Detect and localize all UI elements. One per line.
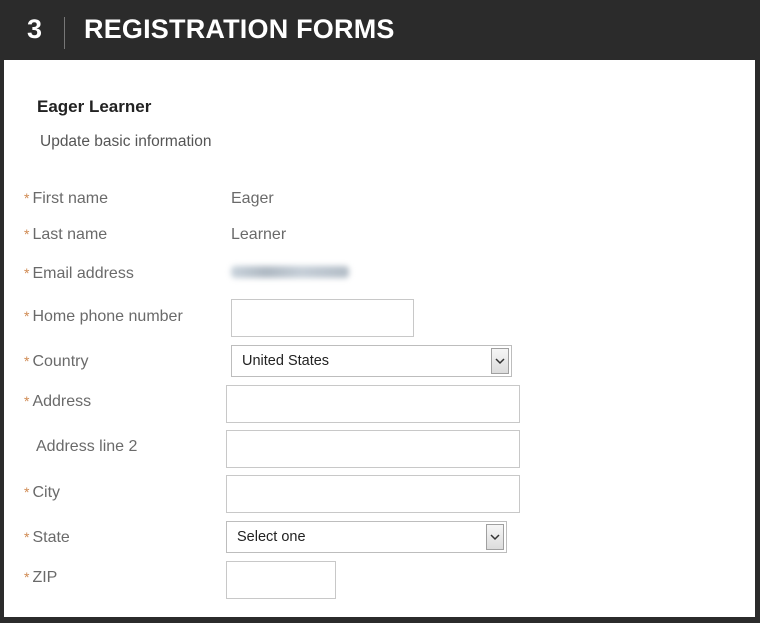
first-name-label: * First name — [24, 190, 108, 208]
last-name-value: Learner — [231, 226, 287, 243]
address-label: * Address — [24, 393, 91, 411]
address2-label-text: Address line 2 — [36, 438, 138, 455]
country-label-text: Country — [32, 353, 89, 370]
country-select[interactable]: United States — [231, 345, 512, 377]
zip-label: * ZIP — [24, 569, 57, 587]
address-input[interactable] — [226, 385, 520, 423]
first-name-label-text: First name — [32, 190, 109, 207]
address-label-text: Address — [32, 393, 92, 410]
section-title: REGISTRATION FORMS — [84, 14, 395, 44]
required-marker: * — [24, 393, 30, 409]
state-select[interactable]: Select one — [226, 521, 507, 553]
step-number: 3 — [27, 14, 43, 44]
home-phone-label: * Home phone number — [24, 308, 183, 326]
required-marker: * — [24, 265, 30, 281]
state-label: * State — [24, 529, 70, 547]
chevron-down-icon[interactable] — [491, 348, 509, 374]
city-input[interactable] — [226, 475, 520, 513]
city-label: * City — [24, 484, 60, 502]
chevron-down-icon[interactable] — [486, 524, 504, 550]
state-selected-value: Select one — [237, 529, 306, 545]
header-divider — [64, 17, 65, 49]
required-marker: * — [24, 484, 30, 500]
state-label-text: State — [32, 529, 70, 546]
city-label-text: City — [32, 484, 61, 501]
section-header: 3 REGISTRATION FORMS — [0, 0, 760, 60]
required-marker: * — [24, 353, 30, 369]
first-name-value: Eager — [231, 190, 274, 207]
required-marker: * — [24, 529, 30, 545]
home-phone-label-text: Home phone number — [32, 308, 183, 325]
zip-input[interactable] — [226, 561, 336, 599]
home-phone-input[interactable] — [231, 299, 414, 337]
required-marker: * — [24, 569, 30, 585]
required-marker: * — [24, 190, 30, 206]
required-marker: * — [24, 308, 30, 324]
country-selected-value: United States — [242, 353, 330, 369]
last-name-label: * Last name — [24, 226, 107, 244]
learner-name: Eager Learner — [37, 97, 152, 116]
update-basic-info-link[interactable]: Update basic information — [40, 133, 211, 151]
email-value-redacted — [231, 266, 349, 278]
email-label: * Email address — [24, 265, 134, 283]
address2-input[interactable] — [226, 430, 520, 468]
required-marker: * — [24, 226, 30, 242]
country-label: * Country — [24, 353, 88, 371]
email-label-text: Email address — [32, 265, 134, 282]
last-name-label-text: Last name — [32, 226, 108, 243]
address2-label: Address line 2 — [24, 438, 137, 456]
zip-label-text: ZIP — [32, 569, 58, 586]
